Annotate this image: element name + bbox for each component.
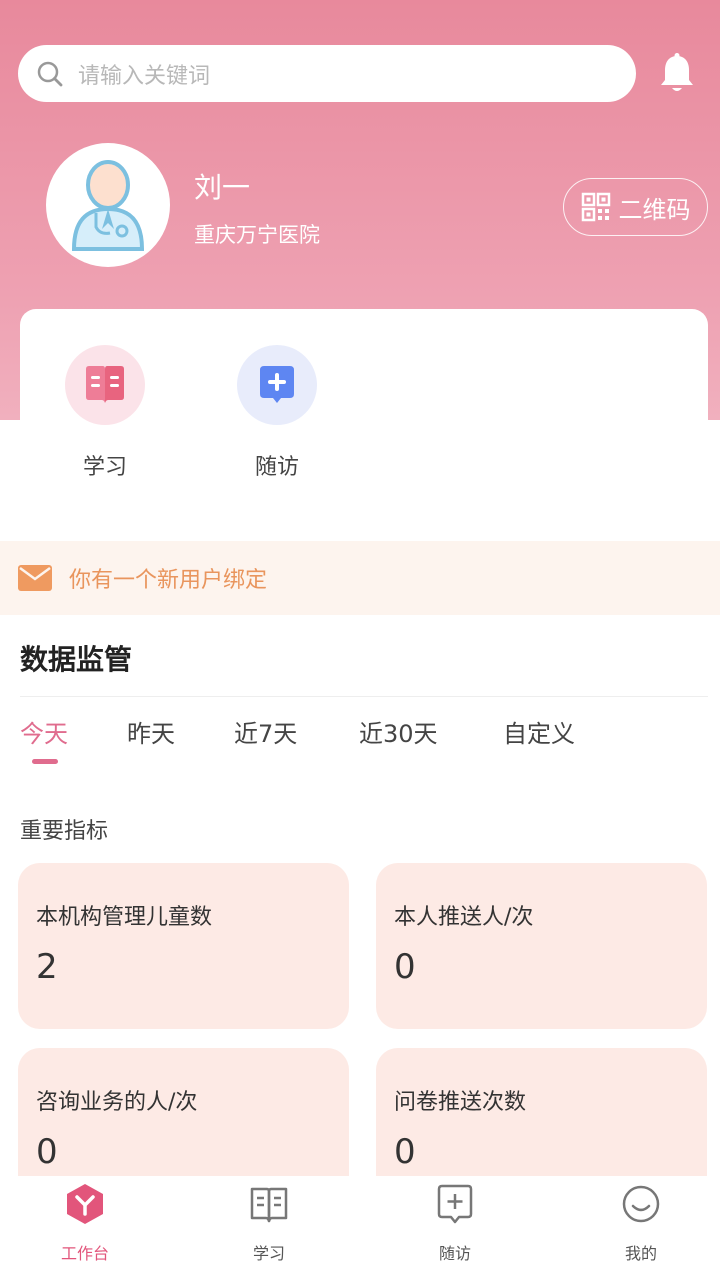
avatar[interactable] [46, 143, 170, 267]
book-icon [250, 1187, 288, 1223]
shortcut-card: 学习 随访 [20, 309, 708, 522]
qr-code-label: 二维码 [618, 195, 691, 224]
shortcut-study-label: 学习 [82, 455, 127, 480]
search-icon [37, 61, 63, 86]
user-organization: 重庆万宁医院 [194, 223, 320, 247]
active-tab-indicator [32, 759, 58, 764]
followup-icon-circle [237, 345, 317, 425]
doctor-avatar-icon [71, 160, 145, 251]
divider [20, 696, 708, 697]
metric-label: 本机构管理儿童数 [36, 905, 213, 930]
tabbar-followup[interactable]: 随访 [395, 1182, 515, 1264]
tab-last-30-days[interactable]: 近30天 [359, 714, 438, 749]
metric-value: 0 [394, 1132, 416, 1172]
tab-last-7-days[interactable]: 近7天 [234, 714, 297, 749]
tab-custom[interactable]: 自定义 [503, 714, 575, 749]
metric-value: 0 [36, 1132, 58, 1172]
plus-box-icon [260, 366, 294, 403]
user-name: 刘一 [194, 171, 251, 204]
tabbar-label: 学习 [252, 1244, 285, 1263]
qr-code-button[interactable]: 二维码 [563, 178, 708, 236]
smile-icon [622, 1185, 660, 1223]
shortcut-study[interactable]: 学习 [60, 345, 150, 481]
plus-box-icon [437, 1184, 473, 1224]
new-user-notice[interactable]: 你有一个新用户绑定 [0, 541, 720, 615]
metric-value: 2 [36, 947, 58, 987]
tabbar-mine[interactable]: 我的 [581, 1182, 701, 1264]
metric-card-children[interactable]: 本机构管理儿童数 2 [18, 863, 349, 1029]
section-title: 数据监管 [20, 643, 133, 676]
search-input[interactable]: 请输入关键词 [78, 58, 210, 90]
tabbar-study[interactable]: 学习 [209, 1182, 329, 1264]
metric-label: 本人推送人/次 [394, 905, 534, 930]
tabbar-label: 随访 [438, 1244, 471, 1263]
tab-today[interactable]: 今天 [20, 714, 68, 749]
metric-value: 0 [394, 947, 416, 987]
mail-icon [18, 565, 52, 591]
workbench-icon [67, 1184, 103, 1224]
date-range-tabs: 今天 昨天 近7天 近30天 自定义 [0, 712, 720, 772]
qr-code-icon [581, 192, 610, 222]
notice-text: 你有一个新用户绑定 [69, 568, 268, 593]
search-bar[interactable]: 请输入关键词 [18, 45, 636, 102]
tab-yesterday[interactable]: 昨天 [127, 714, 175, 749]
metric-label: 问卷推送次数 [394, 1090, 527, 1115]
shortcut-followup-label: 随访 [254, 455, 299, 480]
book-icon [86, 366, 124, 403]
study-icon-circle [65, 345, 145, 425]
bell-icon[interactable] [656, 52, 698, 96]
bottom-tab-bar: 工作台 学习 随访 我的 [0, 1176, 720, 1280]
tabbar-label: 我的 [624, 1244, 657, 1263]
metric-card-pushes[interactable]: 本人推送人/次 0 [376, 863, 707, 1029]
tabbar-label: 工作台 [60, 1244, 109, 1263]
shortcut-followup[interactable]: 随访 [232, 345, 322, 481]
tabbar-workbench[interactable]: 工作台 [25, 1182, 145, 1264]
metric-label: 咨询业务的人/次 [36, 1090, 198, 1115]
indicators-title: 重要指标 [20, 819, 109, 844]
